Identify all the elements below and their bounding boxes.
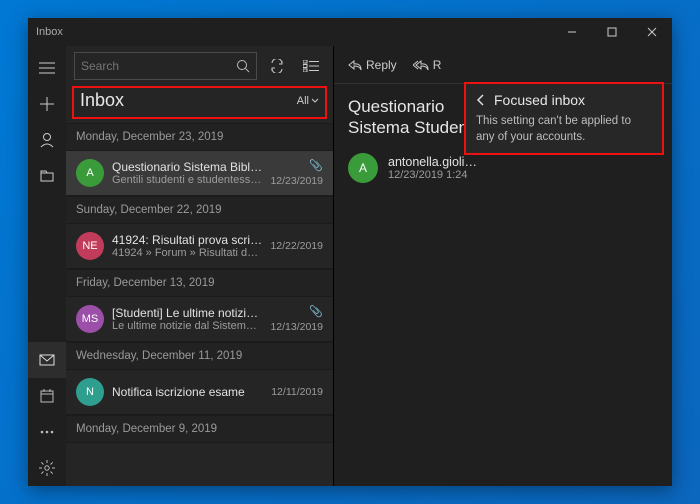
folder-name[interactable]: Inbox — [80, 90, 124, 111]
search-icon[interactable] — [236, 59, 250, 73]
message-date: 12/11/2019 — [271, 386, 323, 398]
message-preview: Gentili studenti e studentesse, il Sis — [112, 174, 262, 186]
settings-icon[interactable] — [28, 450, 66, 486]
reply-button[interactable]: Reply — [342, 54, 403, 76]
message-date: 12/23/2019 — [270, 175, 323, 187]
sender-avatar: A — [348, 153, 378, 183]
message-subject: 41924: Risultati prova scritta 17/12 — [112, 233, 262, 247]
calendar-module-icon[interactable] — [28, 378, 66, 414]
message-avatar: NE — [76, 232, 104, 260]
date-group-header: Friday, December 13, 2019 — [66, 269, 333, 297]
sender-name: antonella.gioli… — [388, 155, 477, 169]
search-input[interactable] — [81, 59, 236, 73]
message-avatar: N — [76, 378, 104, 406]
sender-row: A antonella.gioli… 12/23/2019 1:24 — [348, 153, 658, 183]
select-mode-button[interactable] — [297, 52, 325, 80]
close-button[interactable] — [632, 18, 672, 46]
minimize-button[interactable] — [552, 18, 592, 46]
message-date: 12/22/2019 — [270, 240, 323, 252]
message-date: 12/13/2019 — [270, 321, 323, 333]
nav-rail — [28, 46, 66, 486]
sender-date: 12/23/2019 1:24 — [388, 169, 477, 181]
message-item[interactable]: N Notifica iscrizione esame 12/11/2019 — [66, 370, 333, 415]
search-box[interactable] — [74, 52, 257, 80]
message-item[interactable]: MS [Studenti] Le ultime notizie dal Siste… — [66, 297, 333, 342]
mail-window: Inbox — [28, 18, 672, 486]
folders-icon[interactable] — [28, 158, 66, 194]
menu-icon[interactable] — [28, 50, 66, 86]
filter-dropdown[interactable]: All — [297, 95, 319, 107]
message-subject: Questionario Sistema Bibliotecario — [112, 160, 262, 174]
focused-inbox-flyout: Focused inbox This setting can't be appl… — [464, 82, 664, 155]
date-group-header: Sunday, December 22, 2019 — [66, 196, 333, 224]
date-group-header: Wednesday, December 11, 2019 — [66, 342, 333, 370]
flyout-title: Focused inbox — [494, 92, 585, 108]
message-list-pane: Inbox All Monday, December 23, 2019 A Ques… — [66, 46, 334, 486]
chevron-down-icon — [311, 98, 319, 104]
date-group-header: Monday, December 23, 2019 — [66, 123, 333, 151]
folder-header-highlight: Inbox All — [72, 86, 327, 119]
attachment-icon: 📎 — [309, 305, 323, 318]
message-preview: Le ultime notizie dal Sistema Musea — [112, 320, 262, 332]
message-avatar: A — [76, 159, 104, 187]
reading-pane: Reply R Questionario Sistema Studenti A … — [334, 46, 672, 486]
message-avatar: MS — [76, 305, 104, 333]
maximize-button[interactable] — [592, 18, 632, 46]
message-subject: Notifica iscrizione esame — [112, 385, 263, 399]
date-group-header: Monday, December 9, 2019 — [66, 415, 333, 443]
message-item[interactable]: NE 41924: Risultati prova scritta 17/1241… — [66, 224, 333, 269]
reading-toolbar: Reply R — [334, 46, 672, 84]
account-icon[interactable] — [28, 122, 66, 158]
titlebar: Inbox — [28, 18, 672, 46]
message-subject: [Studenti] Le ultime notizie dal Siste — [112, 306, 262, 320]
mail-module-icon[interactable] — [28, 342, 66, 378]
attachment-icon: 📎 — [309, 159, 323, 172]
sync-button[interactable] — [263, 52, 291, 80]
new-mail-button[interactable] — [28, 86, 66, 122]
message-list[interactable]: Monday, December 23, 2019 A Questionario S… — [66, 123, 333, 486]
flyout-back-icon[interactable] — [476, 94, 486, 106]
reply-all-button[interactable]: R — [407, 54, 448, 76]
flyout-desc: This setting can't be applied to any of … — [476, 114, 652, 145]
message-preview: 41924 » Forum » Risultati delle pro — [112, 247, 262, 259]
message-item[interactable]: A Questionario Sistema BibliotecarioGenti… — [66, 151, 333, 196]
more-icon[interactable] — [28, 414, 66, 450]
window-title: Inbox — [36, 26, 63, 38]
